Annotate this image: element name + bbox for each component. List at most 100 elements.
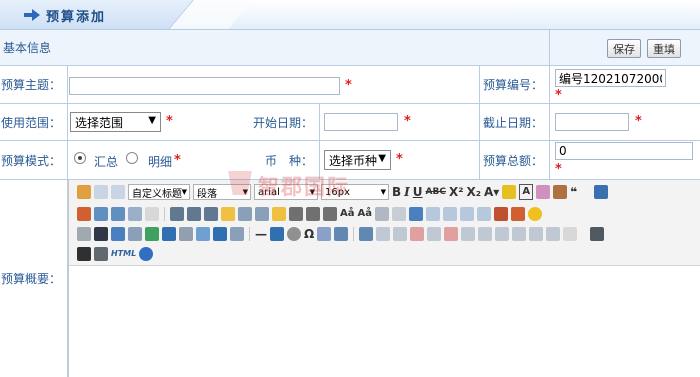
reset-button[interactable]: 重填 — [647, 39, 681, 58]
align-center-icon[interactable] — [289, 207, 303, 221]
format-painter-icon[interactable] — [77, 185, 91, 199]
date-icon[interactable] — [270, 227, 284, 241]
save-button[interactable]: 保存 — [607, 39, 641, 58]
merge-down-icon[interactable] — [495, 227, 510, 241]
currency-select[interactable]: 选择币种 ▼ — [324, 150, 391, 170]
delete-table-icon[interactable] — [376, 227, 391, 241]
unlink-icon[interactable] — [392, 207, 406, 221]
editor-toolbar: 自定义标题 ▼ 段落 ▼ arial ▼ 16px ▼ B I U ABC X² X₂ … — [69, 180, 700, 266]
anchor-icon[interactable] — [409, 207, 423, 221]
title-bar: 预算添加 — [0, 0, 700, 30]
background-icon[interactable] — [179, 227, 193, 241]
search-replace-icon[interactable] — [334, 227, 349, 241]
paste-text-icon[interactable] — [563, 227, 578, 241]
total-input[interactable] — [555, 142, 693, 160]
align-justify-icon[interactable] — [323, 207, 337, 221]
line-height-icon[interactable] — [170, 207, 184, 221]
eraser-icon[interactable] — [536, 185, 551, 199]
split-rows-icon[interactable] — [529, 227, 544, 241]
start-date-input[interactable] — [324, 113, 398, 131]
align-left-icon[interactable] — [272, 207, 286, 221]
rtl-icon[interactable] — [238, 207, 252, 221]
image-right-icon[interactable] — [460, 207, 474, 221]
video-icon[interactable] — [94, 227, 108, 241]
html-source-icon[interactable]: HTML — [111, 247, 136, 261]
horizontal-rule-icon[interactable]: — — [255, 227, 267, 241]
list-spacing-icon[interactable] — [204, 207, 218, 221]
delete-row-icon[interactable] — [410, 227, 425, 241]
merge-right-icon[interactable] — [478, 227, 493, 241]
rich-text-editor[interactable]: 自定义标题 ▼ 段落 ▼ arial ▼ 16px ▼ B I U ABC X² X₂ … — [68, 180, 700, 377]
superscript-icon[interactable]: X² — [449, 185, 464, 199]
help-icon[interactable] — [139, 247, 154, 261]
start-date-label: 开始日期： — [250, 104, 320, 141]
image-none-icon[interactable] — [443, 207, 457, 221]
indent-right-icon[interactable] — [255, 207, 269, 221]
bold-icon[interactable]: B — [392, 185, 401, 199]
mode-detail-label: 明细 — [148, 155, 173, 169]
mode-summary-label: 汇总 — [94, 155, 119, 169]
scope-select[interactable]: 选择范围 ▼ — [70, 112, 161, 132]
insert-frame-icon[interactable] — [145, 227, 159, 241]
search-icon[interactable] — [94, 247, 108, 261]
delete-col-icon[interactable] — [444, 227, 459, 241]
attachment-icon[interactable] — [128, 227, 142, 241]
font-lower-icon[interactable]: Aå — [358, 207, 373, 221]
redo-icon[interactable] — [111, 185, 125, 199]
scrawl-icon[interactable] — [213, 227, 227, 241]
strikethrough-icon[interactable]: ABC — [426, 185, 446, 199]
insert-col-icon[interactable] — [427, 227, 442, 241]
end-date-input[interactable] — [555, 113, 629, 131]
snapshot-icon[interactable] — [230, 227, 244, 241]
merge-cells-icon[interactable] — [461, 227, 476, 241]
subscript-icon[interactable]: X₂ — [466, 185, 481, 199]
split-cols-icon[interactable] — [546, 227, 561, 241]
time-icon[interactable] — [287, 227, 301, 241]
font-upper-icon[interactable]: Aå — [340, 207, 355, 221]
highlight-icon[interactable] — [502, 185, 517, 199]
unordered-list-icon[interactable] — [111, 207, 125, 221]
underline-icon[interactable]: U — [413, 185, 423, 199]
subject-input[interactable] — [69, 77, 340, 95]
word-image-icon[interactable] — [317, 227, 332, 241]
arrow-right-icon — [24, 9, 40, 21]
quote-icon[interactable]: ❝ — [570, 185, 577, 199]
emotion-icon[interactable] — [528, 207, 542, 221]
split-cells-icon[interactable] — [512, 227, 527, 241]
text-border-icon[interactable]: A — [519, 184, 534, 200]
section-title: 基本信息 — [0, 30, 550, 66]
map-icon[interactable] — [77, 227, 91, 241]
number-label: 预算编号： — [480, 66, 550, 104]
title-combo[interactable]: 自定义标题 ▼ — [128, 184, 190, 200]
required-mark: * — [345, 78, 352, 93]
number-input[interactable] — [555, 69, 666, 87]
ltr-icon[interactable] — [221, 207, 235, 221]
table-icon[interactable] — [77, 207, 91, 221]
insert-table-icon[interactable] — [359, 227, 374, 241]
preview-icon[interactable] — [77, 247, 91, 261]
italic-icon[interactable]: I — [404, 185, 410, 199]
image-left-icon[interactable] — [426, 207, 440, 221]
code-icon[interactable] — [162, 227, 176, 241]
ordered-list-icon[interactable] — [94, 207, 108, 221]
indent-icon[interactable] — [128, 207, 142, 221]
template-icon[interactable] — [196, 227, 210, 241]
image-center-icon[interactable] — [477, 207, 491, 221]
link-icon[interactable] — [375, 207, 389, 221]
mode-detail-radio[interactable] — [126, 152, 138, 164]
page-icon[interactable] — [145, 207, 159, 221]
mode-summary-radio[interactable] — [74, 152, 86, 164]
font-color-icon[interactable]: A▾ — [484, 185, 499, 199]
fullscreen-icon[interactable] — [594, 185, 609, 199]
special-char-icon[interactable]: Ω — [304, 227, 314, 241]
image-icon[interactable] — [494, 207, 508, 221]
align-right-icon[interactable] — [306, 207, 320, 221]
music-icon[interactable] — [111, 227, 125, 241]
scope-label: 使用范围： — [0, 104, 68, 141]
undo-icon[interactable] — [94, 185, 108, 199]
paragraph-spacing-icon[interactable] — [187, 207, 201, 221]
brush-icon[interactable] — [553, 185, 568, 199]
print-icon[interactable] — [590, 227, 605, 241]
multi-image-icon[interactable] — [511, 207, 525, 221]
insert-row-icon[interactable] — [393, 227, 408, 241]
